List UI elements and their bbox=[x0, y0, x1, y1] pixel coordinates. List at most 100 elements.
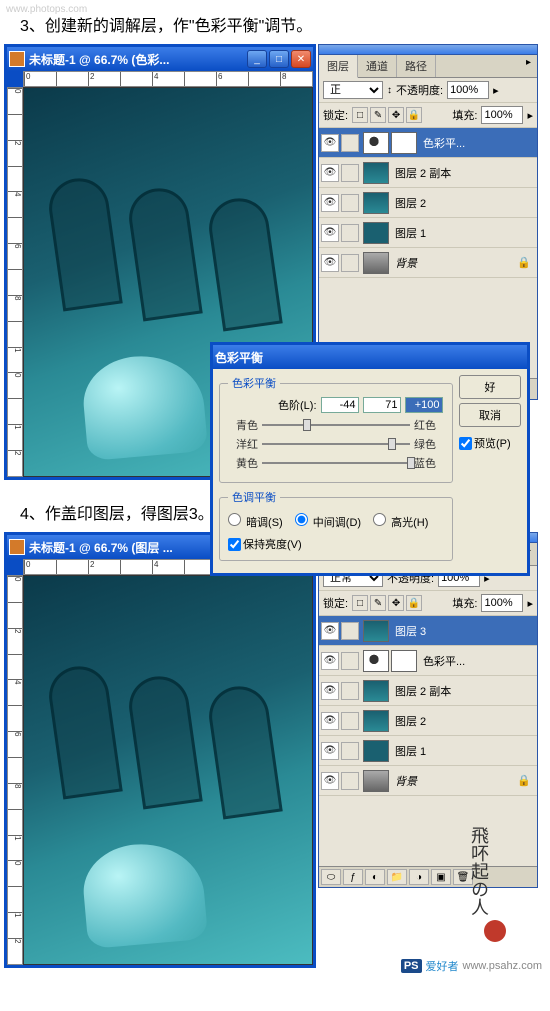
layer-row[interactable]: 👁图层 2 bbox=[319, 706, 537, 736]
slider-right-label: 红色 bbox=[414, 417, 444, 433]
color-slider[interactable] bbox=[262, 438, 410, 450]
layer-row[interactable]: 👁 图层 2 副本 bbox=[319, 676, 537, 706]
minimize-button[interactable]: _ bbox=[247, 50, 267, 68]
layer-name: 背景 bbox=[391, 773, 513, 789]
visibility-icon[interactable]: 👁 bbox=[321, 134, 339, 152]
layer-name: 图层 1 bbox=[391, 743, 535, 759]
layer-row[interactable]: 👁 图层 1 bbox=[319, 736, 537, 766]
document-window-2: 未标题-1 @ 66.7% (图层 ... _ □ ✕ 02468 024681… bbox=[4, 532, 316, 968]
layer-thumbnail bbox=[363, 770, 389, 792]
level-yellow-input[interactable] bbox=[405, 397, 443, 413]
canvas[interactable] bbox=[23, 575, 313, 965]
layer-thumbnail bbox=[363, 192, 389, 214]
layer-thumbnail bbox=[363, 650, 389, 672]
color-balance-dialog: 色彩平衡 色彩平衡 色阶(L): 青色红色洋红绿色黄色蓝色 色调平衡 bbox=[210, 342, 530, 576]
radio-shadows[interactable]: 暗调(S) bbox=[228, 513, 283, 530]
adjustment-icon[interactable]: ◑ bbox=[409, 869, 429, 885]
level-magenta-input[interactable] bbox=[363, 397, 401, 413]
lock-pixels-icon[interactable]: ✎ bbox=[370, 107, 386, 123]
layer-name: 图层 2 副本 bbox=[391, 683, 535, 699]
tab-channels[interactable]: 通道 bbox=[358, 55, 397, 77]
link-slot[interactable] bbox=[341, 772, 359, 790]
link-slot[interactable] bbox=[341, 622, 359, 640]
link-slot[interactable] bbox=[341, 194, 359, 212]
lock-transparency-icon[interactable]: □ bbox=[352, 107, 368, 123]
layer-row[interactable]: 👁图层 2 bbox=[319, 188, 537, 218]
panel-tabs: 图层 通道 路径 ▸ bbox=[319, 55, 537, 78]
opacity-label: 不透明度: bbox=[396, 82, 443, 98]
visibility-icon[interactable]: 👁 bbox=[321, 194, 339, 212]
visibility-icon[interactable]: 👁 bbox=[321, 652, 339, 670]
layer-name: 图层 1 bbox=[391, 225, 535, 241]
ruler-horizontal: 02468 bbox=[23, 71, 313, 87]
link-icon[interactable]: ⬭ bbox=[321, 869, 341, 885]
visibility-icon[interactable]: 👁 bbox=[321, 254, 339, 272]
visibility-icon[interactable]: 👁 bbox=[321, 622, 339, 640]
layer-row[interactable]: 👁 图层 2 副本 bbox=[319, 158, 537, 188]
layer-row[interactable]: 👁 图层 1 bbox=[319, 218, 537, 248]
layer-thumbnail bbox=[363, 740, 389, 762]
maximize-button[interactable]: □ bbox=[269, 50, 289, 68]
visibility-icon[interactable]: 👁 bbox=[321, 742, 339, 760]
visibility-icon[interactable]: 👁 bbox=[321, 682, 339, 700]
folder-icon[interactable]: 📁 bbox=[387, 869, 407, 885]
color-slider[interactable] bbox=[262, 419, 410, 431]
layer-name: 色彩平... bbox=[419, 135, 535, 151]
link-slot[interactable] bbox=[341, 742, 359, 760]
panel-menu-icon[interactable]: ▸ bbox=[520, 55, 537, 77]
slider-left-label: 洋红 bbox=[228, 436, 258, 452]
visibility-icon[interactable]: 👁 bbox=[321, 224, 339, 242]
lock-all-icon[interactable]: 🔒 bbox=[406, 595, 422, 611]
link-slot[interactable] bbox=[341, 134, 359, 152]
cancel-button[interactable]: 取消 bbox=[459, 403, 521, 427]
link-slot[interactable] bbox=[341, 682, 359, 700]
preserve-luminosity-checkbox[interactable]: 保持亮度(V) bbox=[228, 536, 444, 552]
lock-transparency-icon[interactable]: □ bbox=[352, 595, 368, 611]
lock-position-icon[interactable]: ✥ bbox=[388, 595, 404, 611]
layer-thumbnail bbox=[363, 162, 389, 184]
layer-name: 图层 2 副本 bbox=[391, 165, 535, 181]
signature: 飛吥起の人 bbox=[470, 826, 520, 916]
color-slider[interactable] bbox=[262, 457, 410, 469]
ok-button[interactable]: 好 bbox=[459, 375, 521, 399]
visibility-icon[interactable]: 👁 bbox=[321, 772, 339, 790]
layer-thumbnail bbox=[363, 680, 389, 702]
fx-icon[interactable]: ƒ bbox=[343, 869, 363, 885]
mask-thumbnail bbox=[391, 650, 417, 672]
layer-thumbnail bbox=[363, 222, 389, 244]
preview-checkbox[interactable]: 预览(P) bbox=[459, 435, 521, 451]
tab-paths[interactable]: 路径 bbox=[397, 55, 436, 77]
new-layer-icon[interactable]: ▣ bbox=[431, 869, 451, 885]
layer-row[interactable]: 👁背景🔒 bbox=[319, 248, 537, 278]
lock-position-icon[interactable]: ✥ bbox=[388, 107, 404, 123]
layer-row[interactable]: 👁色彩平... bbox=[319, 646, 537, 676]
close-button[interactable]: ✕ bbox=[291, 50, 311, 68]
link-slot[interactable] bbox=[341, 224, 359, 242]
fill-field[interactable]: 100% bbox=[481, 594, 523, 612]
level-cyan-input[interactable] bbox=[321, 397, 359, 413]
link-slot[interactable] bbox=[341, 652, 359, 670]
radio-midtones[interactable]: 中间调(D) bbox=[295, 513, 361, 530]
group-tone-balance: 色调平衡 bbox=[228, 489, 280, 505]
blend-mode-select[interactable]: 正 bbox=[323, 81, 383, 99]
ruler-vertical: 024681012 bbox=[7, 87, 23, 477]
radio-highlights[interactable]: 高光(H) bbox=[373, 513, 428, 530]
layer-row[interactable]: 👁图层 3 bbox=[319, 616, 537, 646]
tab-layers[interactable]: 图层 bbox=[319, 55, 358, 78]
layer-row[interactable]: 👁 色彩平... bbox=[319, 128, 537, 158]
fill-label: 填充: bbox=[452, 107, 477, 123]
lock-pixels-icon[interactable]: ✎ bbox=[370, 595, 386, 611]
visibility-icon[interactable]: 👁 bbox=[321, 164, 339, 182]
link-slot[interactable] bbox=[341, 712, 359, 730]
mask-icon[interactable]: ◐ bbox=[365, 869, 385, 885]
lock-all-icon[interactable]: 🔒 bbox=[406, 107, 422, 123]
site-watermark: www.photops.com bbox=[6, 4, 87, 15]
layer-row[interactable]: 👁背景🔒 bbox=[319, 766, 537, 796]
lock-label: 锁定: bbox=[323, 595, 348, 611]
link-slot[interactable] bbox=[341, 254, 359, 272]
opacity-field[interactable]: 100% bbox=[447, 81, 489, 99]
visibility-icon[interactable]: 👁 bbox=[321, 712, 339, 730]
fill-field[interactable]: 100% bbox=[481, 106, 523, 124]
app-icon bbox=[9, 51, 25, 67]
link-slot[interactable] bbox=[341, 164, 359, 182]
